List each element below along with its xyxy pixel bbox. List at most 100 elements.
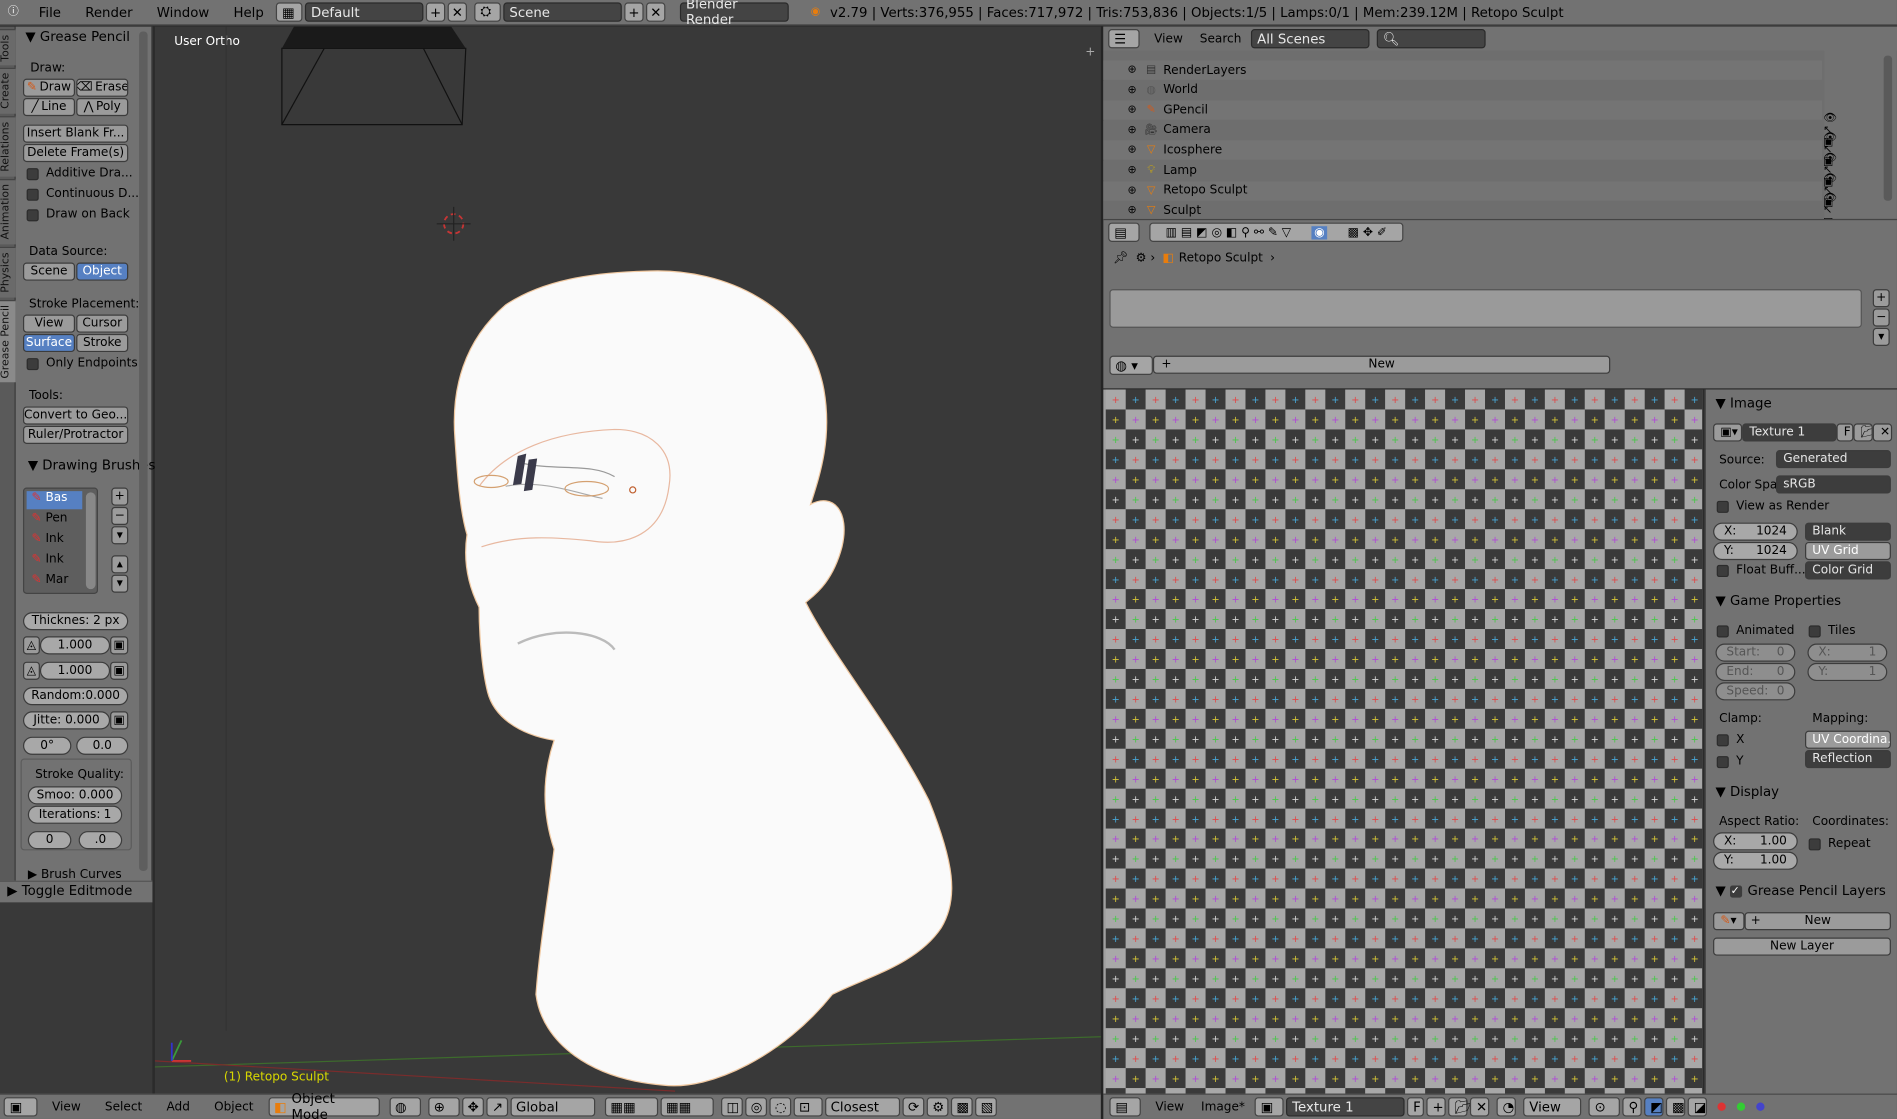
project-toggle[interactable]: ⚙ <box>926 1097 948 1117</box>
outliner-search-input[interactable]: 🔍︎ <box>1376 29 1486 49</box>
red-channel-icon[interactable]: ● <box>1714 1100 1729 1115</box>
outliner-row-name[interactable]: Retopo Sculpt <box>1163 184 1247 197</box>
image-new-button[interactable]: + <box>1426 1097 1446 1117</box>
remove-brush-button[interactable]: − <box>111 506 129 526</box>
texture-browse-icon[interactable]: ◍ ▾ <box>1109 355 1153 376</box>
image-link-icon[interactable]: ⚲ <box>1622 1097 1642 1117</box>
snap-target-select[interactable]: Closest <box>824 1097 900 1117</box>
outliner-row-name[interactable]: Sculpt <box>1163 204 1201 217</box>
image-name-header-field[interactable]: Texture 1 <box>1286 1097 1405 1117</box>
gp-new-layer-button[interactable]: New Layer <box>1713 937 1891 956</box>
unlink-image-button[interactable]: ✕ <box>1872 423 1893 442</box>
subdivide-field[interactable]: 0 <box>27 831 72 850</box>
pivot-icon[interactable]: ⊙ <box>1588 1097 1620 1117</box>
tiles-checkbox[interactable]: Tiles <box>1808 624 1856 638</box>
outliner-row[interactable]: ⊕ ✎ GPencil <box>1103 100 1822 120</box>
remove-scene-button[interactable]: ✕ <box>646 2 666 22</box>
transform-orientation-select[interactable]: Global <box>509 1097 595 1117</box>
image-browse-button[interactable]: ▣ <box>1254 1097 1284 1117</box>
move-brush-up-button[interactable]: ▴ <box>111 555 129 574</box>
outliner-row-name[interactable]: GPencil <box>1163 104 1208 117</box>
gp-layers-enable-checkbox[interactable]: ✓ <box>1730 884 1743 897</box>
view-as-render-checkbox[interactable]: View as Render <box>1716 500 1829 513</box>
expand-icon[interactable]: ⊕ <box>1128 144 1137 156</box>
remove-layout-button[interactable]: ✕ <box>447 2 468 22</box>
repeat-checkbox[interactable]: Repeat <box>1808 837 1871 850</box>
slot-specials-button[interactable]: ▾ <box>1872 327 1890 346</box>
expand-icon[interactable]: ⊕ <box>1128 165 1137 177</box>
image-editor-type-icon[interactable]: ▤ <box>1109 1097 1141 1117</box>
new-texture-button[interactable]: + New <box>1152 355 1611 374</box>
tiles-x-field[interactable]: X: 1 <box>1807 643 1888 662</box>
jitter-pressure-toggle[interactable]: ▣ <box>110 711 129 730</box>
brush-list-scrollbar[interactable] <box>85 492 96 590</box>
image-unlink-button[interactable]: ✕ <box>1469 1097 1490 1117</box>
expand-icon[interactable]: ⊕ <box>1128 205 1137 217</box>
brush-item-pen[interactable]: ✎ Pen <box>27 512 67 525</box>
draw-on-back-checkbox[interactable]: Draw on Back <box>26 208 130 221</box>
opengl-render-icon[interactable]: ▩ <box>950 1097 973 1117</box>
outliner-row[interactable]: ⊕ ◍ World <box>1103 80 1822 100</box>
render-layer-lock[interactable]: ◫ <box>720 1097 743 1117</box>
insert-blank-frame-button[interactable]: Insert Blank Fr... <box>22 124 129 143</box>
menu-view[interactable]: View <box>40 1094 93 1119</box>
angle-factor-field[interactable]: 0.0 <box>76 736 129 755</box>
random-field[interactable]: Random:0.000 <box>22 687 129 706</box>
color-space-select[interactable]: sRGB <box>1775 475 1891 494</box>
move-brush-down-button[interactable]: ▾ <box>111 574 129 593</box>
snap-element-select[interactable]: ⊡ <box>793 1097 823 1117</box>
grease-pencil-layers-panel-header[interactable]: ▼ ✓ Grease Pencil Layers <box>1715 883 1885 899</box>
expand-icon[interactable]: ⊕ <box>1128 64 1137 76</box>
add-scene-button[interactable]: + <box>624 2 644 22</box>
placement-view-button[interactable]: View <box>22 314 76 333</box>
menu-help[interactable]: Help <box>221 0 276 25</box>
screen-layout-icon[interactable]: ▦ <box>275 2 303 22</box>
3d-viewport[interactable]: User Ortho (1) Retopo Sculpt + <box>154 26 1101 1094</box>
add-brush-button[interactable]: + <box>111 487 129 506</box>
gp-new-button[interactable]: + New <box>1744 912 1891 931</box>
outliner-scrollbar[interactable] <box>1883 55 1893 201</box>
tab-physics[interactable]: Physics <box>0 246 16 298</box>
line-button[interactable]: ╱ Line <box>22 97 76 117</box>
brush-specials-button[interactable]: ▾ <box>111 526 129 545</box>
pin-icon[interactable]: 📌︎ <box>1113 252 1128 265</box>
generated-width-field[interactable]: X: 1024 <box>1713 522 1798 541</box>
clamp-x-checkbox[interactable]: X <box>1716 733 1744 746</box>
properties-context-tabs[interactable]: ▥ ▤ ◩ ◎ ◧ ⚲ ⚯ ✎ ▽ ◉ ▩ ✥ ✐ <box>1149 222 1404 242</box>
tiles-y-field[interactable]: Y: 1 <box>1807 662 1888 682</box>
viewport-corner-plus-icon[interactable]: + <box>1085 46 1097 59</box>
expand-icon[interactable]: ⊕ <box>1128 84 1137 96</box>
image-menu-image[interactable]: Image* <box>1196 1094 1250 1119</box>
image-fake-user-toggle[interactable]: F <box>1407 1097 1425 1117</box>
snap-toggle[interactable]: ◌ <box>768 1097 791 1117</box>
menu-select[interactable]: Select <box>93 1094 155 1119</box>
tab-grease-pencil[interactable]: Grease Pencil <box>0 300 16 383</box>
aspect-y-field[interactable]: Y: 1.00 <box>1713 851 1798 870</box>
generated-type-uv-grid[interactable]: UV Grid <box>1805 541 1891 561</box>
tab-animation[interactable]: Animation <box>0 179 16 245</box>
scene-name-field[interactable]: Scene <box>503 2 622 22</box>
expand-icon[interactable]: ⊕ <box>1128 104 1137 116</box>
drawing-brushes-panel-title[interactable]: ▼ Drawing Brushes <box>28 457 156 473</box>
outliner-menu-search[interactable]: Search <box>1195 26 1246 51</box>
tab-relations[interactable]: Relations <box>0 116 16 177</box>
game-properties-panel-header[interactable]: ▼ Game Properties <box>1715 593 1841 609</box>
display-panel-header[interactable]: ▼ Display <box>1715 784 1779 800</box>
open-image-button[interactable]: 📂︎ <box>1853 423 1873 442</box>
image-open-button[interactable]: 📂︎ <box>1448 1097 1471 1117</box>
object-mode-select[interactable]: ◧ Object Mode <box>268 1091 380 1119</box>
translate-manipulator[interactable]: ↗ <box>485 1097 508 1117</box>
image-name-field[interactable]: Texture 1 <box>1742 423 1837 442</box>
image-browse-icon[interactable]: ▣▾ <box>1713 423 1743 442</box>
outliner-row-name[interactable]: World <box>1163 84 1198 97</box>
shading-select[interactable]: ◍ <box>389 1097 421 1117</box>
uv-image-editor[interactable]: + + + + + + + + + + + + + + + + + + + + + + + + + + + + + + + + + + + + + + + +… <box>1103 389 1703 1094</box>
pivot-select[interactable]: ⊕ <box>427 1097 460 1117</box>
menu-window[interactable]: Window <box>145 0 222 25</box>
additive-drawing-checkbox[interactable]: Additive Dra... <box>26 167 133 180</box>
remove-slot-button[interactable]: − <box>1872 308 1890 327</box>
ruler-protractor-button[interactable]: Ruler/Protractor <box>22 425 129 444</box>
generated-type-blank[interactable]: Blank <box>1805 522 1891 541</box>
manipulator-toggle[interactable]: ✥ <box>461 1097 484 1117</box>
fake-user-toggle[interactable]: F <box>1836 423 1854 442</box>
